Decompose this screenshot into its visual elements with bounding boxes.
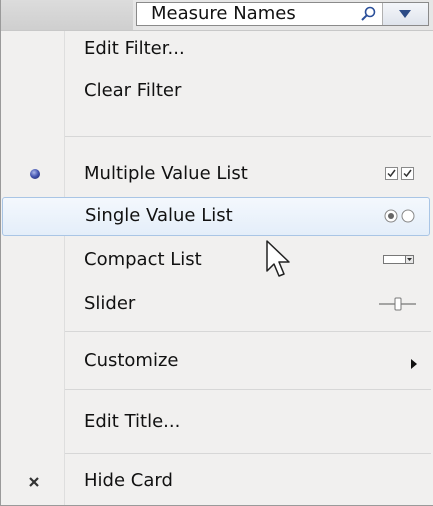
menu-item-hide-card[interactable]: Hide Card (1, 462, 432, 500)
menu-separator (65, 453, 431, 454)
menu-item-label: Compact List (84, 249, 202, 270)
slider-icon (379, 296, 417, 316)
mouse-pointer-icon (265, 239, 299, 287)
menu-item-clear-filter[interactable]: Clear Filter (1, 72, 432, 110)
menu-item-label: Customize (84, 350, 179, 371)
filter-card-header: Measure Names (1, 0, 433, 31)
menu-item-slider[interactable]: Slider (1, 285, 432, 323)
checkbox-list-icon (385, 166, 415, 186)
filter-title-field[interactable]: Measure Names (136, 2, 429, 26)
menu-item-label: Multiple Value List (84, 163, 248, 184)
header-background (1, 0, 133, 30)
filter-title: Measure Names (151, 3, 296, 24)
menu-item-label: Hide Card (84, 470, 173, 491)
menu-item-label: Edit Title... (84, 411, 181, 432)
radio-list-icon (384, 208, 416, 228)
menu-separator (65, 136, 431, 137)
close-icon (25, 462, 45, 500)
menu-item-edit-filter[interactable]: Edit Filter... (1, 30, 432, 68)
menu-item-single-value-list[interactable]: Single Value List (2, 197, 430, 236)
menu-item-multiple-value-list[interactable]: Multiple Value List (1, 155, 432, 193)
menu-separator (65, 331, 431, 332)
menu-item-label: Edit Filter... (84, 38, 185, 59)
submenu-arrow-icon (410, 355, 418, 374)
compact-list-icon (383, 253, 417, 273)
chevron-down-icon (399, 10, 411, 18)
menu-separator (65, 389, 431, 390)
menu-item-label: Single Value List (85, 205, 233, 226)
search-icon[interactable] (356, 5, 380, 23)
filter-card-menu: Measure Names Edit Filter... Clear Filte… (0, 0, 433, 506)
menu-item-edit-title[interactable]: Edit Title... (1, 403, 432, 441)
menu-item-label: Slider (84, 293, 136, 314)
menu-item-customize[interactable]: Customize (1, 342, 432, 380)
radio-bullet-icon (25, 155, 45, 193)
menu-item-label: Clear Filter (84, 80, 182, 101)
card-menu-dropdown-button[interactable] (383, 3, 428, 25)
menu-item-compact-list[interactable]: Compact List (1, 241, 432, 279)
